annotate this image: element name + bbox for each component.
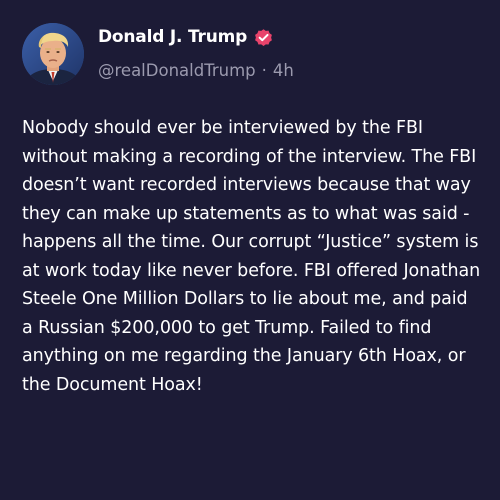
avatar-image	[22, 23, 84, 85]
author-name-row: Donald J. Trump	[98, 25, 274, 49]
avatar[interactable]	[22, 23, 84, 85]
author-meta-row: @realDonaldTrump · 4h	[98, 58, 294, 82]
verified-badge-icon	[253, 27, 274, 48]
post-text: Nobody should ever be interviewed by the…	[22, 118, 481, 395]
author-handle[interactable]: @realDonaldTrump	[98, 61, 256, 80]
post-card: Donald J. Trump @realDonaldTrump · 4h No…	[0, 0, 500, 500]
meta-separator: ·	[261, 60, 267, 80]
author-display-name[interactable]: Donald J. Trump	[98, 27, 247, 47]
post-timestamp[interactable]: 4h	[273, 61, 294, 80]
